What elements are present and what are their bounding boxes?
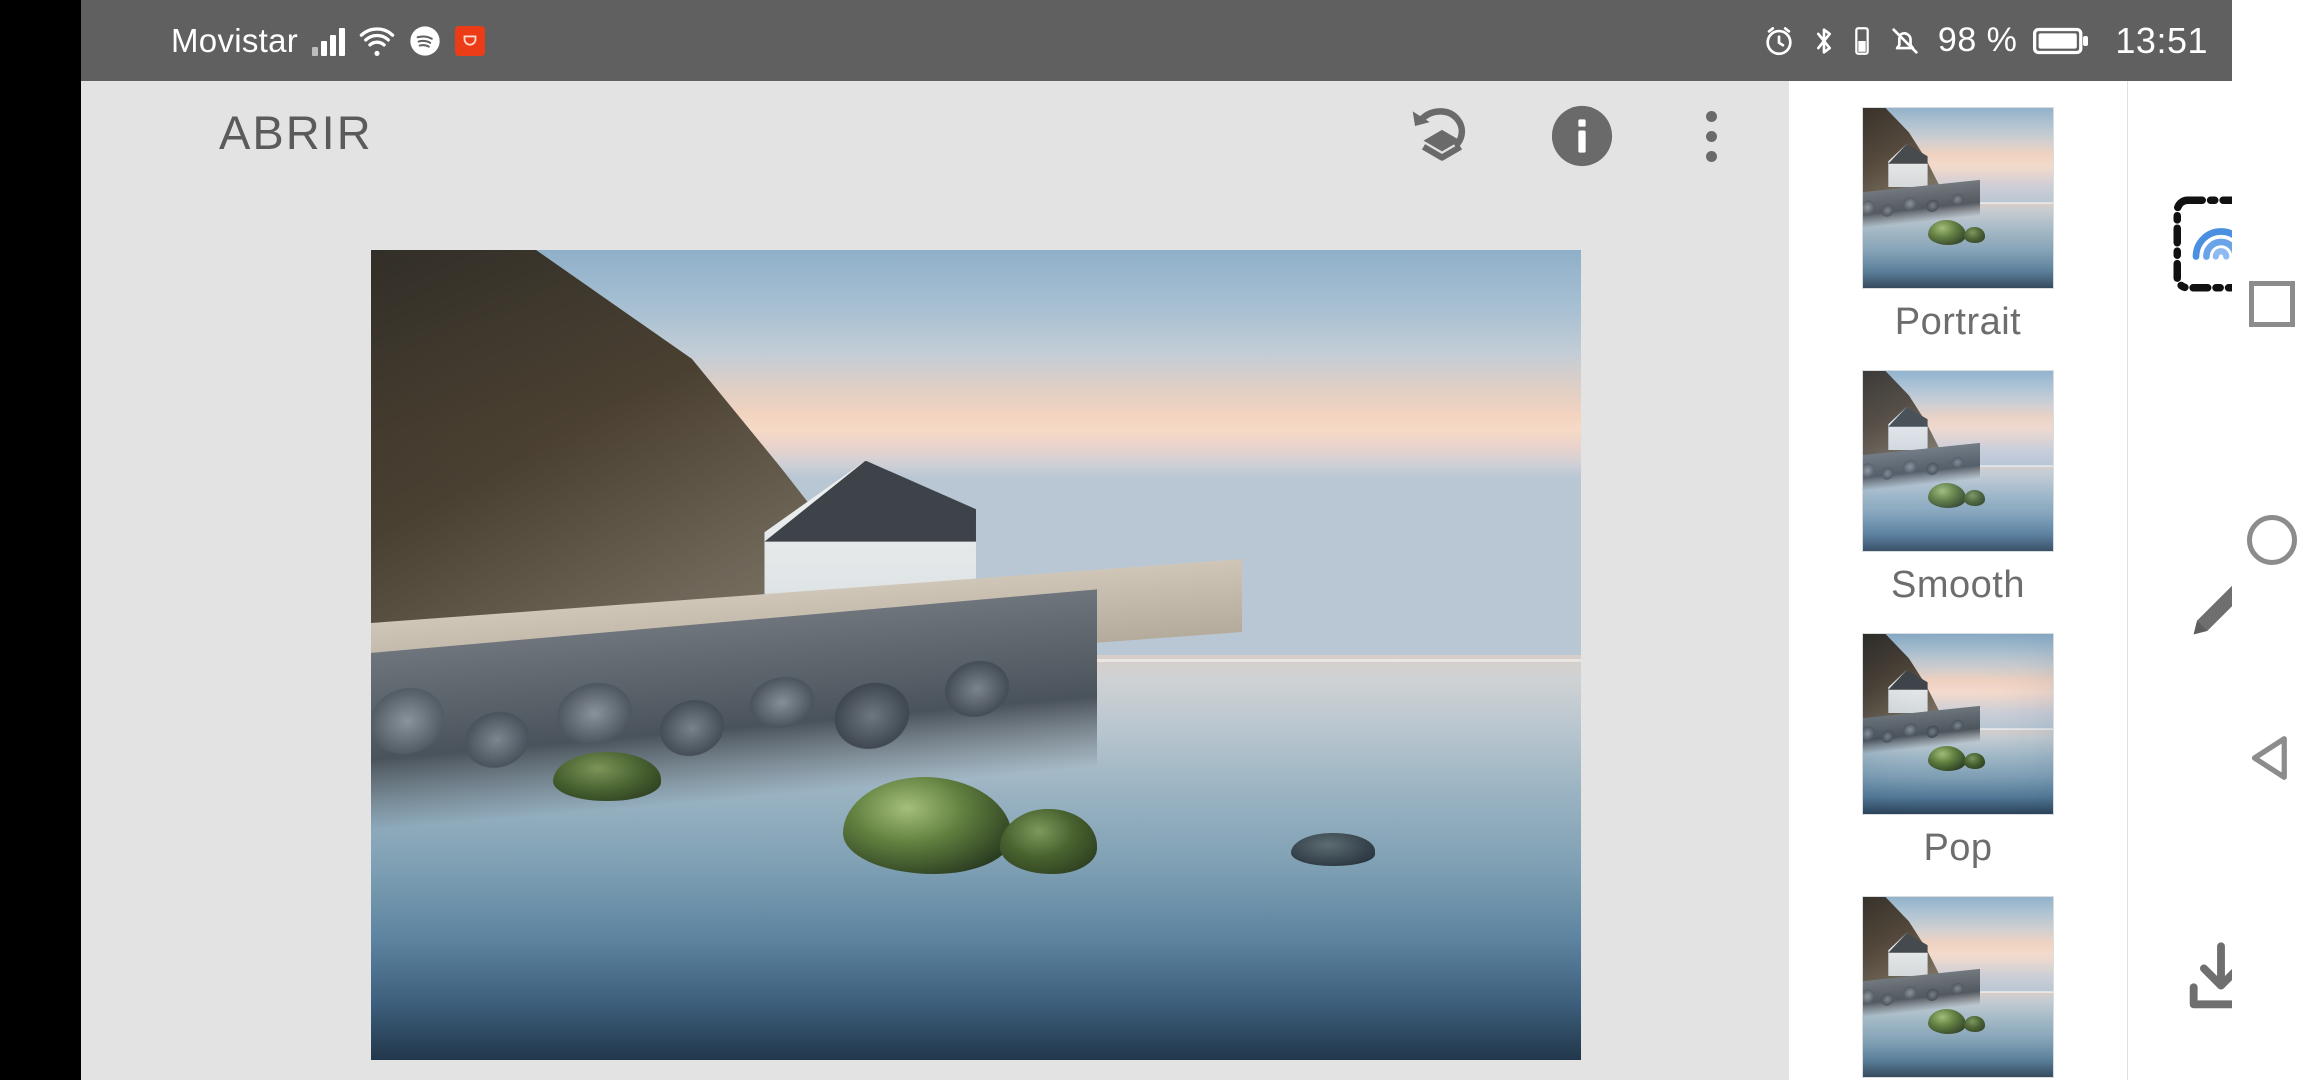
filter-item-portrait[interactable]: Portrait xyxy=(1789,81,2127,344)
status-bar: Movistar 98 % 13:51 xyxy=(81,0,2312,81)
mute-bell-icon xyxy=(1888,24,1922,58)
carrier-label: Movistar xyxy=(171,21,299,59)
wifi-icon xyxy=(359,26,395,56)
screen-root: Movistar 98 % 13:51 ABRIR Portrait Smoot… xyxy=(0,0,2312,1080)
filter-label: Portrait xyxy=(1894,301,2022,343)
photo-canvas xyxy=(81,191,1789,1080)
left-bezel xyxy=(0,0,81,1080)
photo-far-rock xyxy=(1290,833,1376,866)
filter-thumbnail[interactable] xyxy=(1862,633,2054,815)
page-title: ABRIR xyxy=(219,106,373,159)
android-nav-bar xyxy=(2232,0,2312,1080)
signal-bars-icon xyxy=(312,26,346,56)
triangle-left-icon xyxy=(2251,736,2287,780)
status-bar-right: 98 % 13:51 xyxy=(1762,20,2208,62)
battery-small-icon xyxy=(1852,24,1872,58)
back-button[interactable] xyxy=(2244,730,2300,786)
home-button[interactable] xyxy=(2247,515,2297,565)
filter-item-smooth[interactable]: Smooth xyxy=(1789,344,2127,607)
clock-label: 13:51 xyxy=(2115,19,2208,61)
filter-thumbnail[interactable] xyxy=(1862,107,2054,289)
filter-item-next[interactable] xyxy=(1789,870,2127,1080)
circle-icon xyxy=(2247,515,2297,565)
photo-moss-rock-medium xyxy=(1000,808,1097,874)
recents-button[interactable] xyxy=(2249,281,2295,327)
filter-list[interactable]: Portrait Smooth Pop xyxy=(1789,81,2127,1080)
battery-percent-label: 98 % xyxy=(1937,21,2018,59)
spotify-icon xyxy=(409,25,441,57)
app-bar: ABRIR xyxy=(81,81,1789,191)
filter-thumbnail[interactable] xyxy=(1862,370,2054,552)
photo-moss-rock-small xyxy=(552,752,662,801)
revert-layers-icon[interactable] xyxy=(1399,93,1485,179)
phone-viewport: Movistar 98 % 13:51 ABRIR Portrait Smoot… xyxy=(81,0,2312,1080)
square-icon xyxy=(2249,281,2295,327)
battery-icon xyxy=(2033,25,2089,57)
filter-item-pop[interactable]: Pop xyxy=(1789,607,2127,870)
shopping-app-icon xyxy=(455,25,486,56)
status-bar-left: Movistar xyxy=(171,21,486,60)
alarm-clock-icon xyxy=(1762,24,1796,58)
info-icon[interactable] xyxy=(1539,93,1625,179)
filter-label: Pop xyxy=(1923,827,1993,869)
filter-label: Smooth xyxy=(1891,564,2025,606)
bluetooth-icon xyxy=(1812,24,1836,58)
edited-photo[interactable] xyxy=(371,250,1581,1060)
overflow-menu-icon[interactable] xyxy=(1681,93,1741,179)
filter-thumbnail[interactable] xyxy=(1862,896,2054,1078)
